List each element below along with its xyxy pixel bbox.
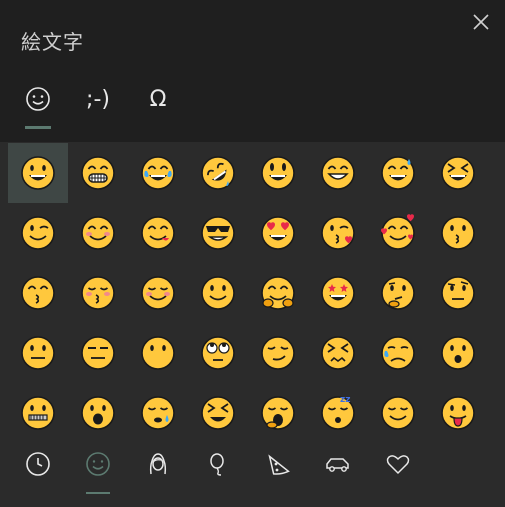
emoji-thinking-face[interactable] <box>368 263 428 323</box>
tab-kaomoji-label: ;-) <box>86 86 110 112</box>
clock-icon <box>25 451 51 481</box>
tab-emoji[interactable] <box>12 78 64 130</box>
emoji-grinning-big-eyes[interactable] <box>248 143 308 203</box>
category-bar <box>8 436 488 496</box>
emoji-smiling-face[interactable] <box>128 263 188 323</box>
food-tab[interactable] <box>248 436 308 496</box>
panel-title: 絵文字 <box>21 30 84 54</box>
emoji-sleeping-face[interactable]: zz <box>308 383 368 443</box>
emoji-grid: zz <box>8 143 488 443</box>
tab-symbols-label: Ω <box>149 86 167 112</box>
travel-tab[interactable] <box>308 436 368 496</box>
active-tab-indicator <box>25 126 51 129</box>
emoji-zipper-mouth[interactable] <box>8 383 68 443</box>
emoji-squinting-face[interactable] <box>428 143 488 203</box>
emoji-kissing-face[interactable] <box>428 203 488 263</box>
emoji-expressionless-face[interactable] <box>68 323 128 383</box>
emoji-tongue-face[interactable] <box>428 383 488 443</box>
tab-symbols[interactable]: Ω <box>132 78 184 130</box>
emoji-kissing-closed-eyes[interactable] <box>68 263 128 323</box>
emoji-smiling-eyes[interactable] <box>68 203 128 263</box>
emoji-sad-relieved[interactable] <box>368 323 428 383</box>
emoji-yawning-face[interactable] <box>248 383 308 443</box>
emoji-rolling-eyes[interactable] <box>188 323 248 383</box>
people-tab[interactable] <box>128 436 188 496</box>
car-icon <box>324 451 352 481</box>
emoji-hugging-face[interactable] <box>248 263 308 323</box>
emoji-savoring-food[interactable] <box>128 203 188 263</box>
emoji-star-struck[interactable] <box>308 263 368 323</box>
svg-text:zz: zz <box>340 395 350 405</box>
emoji-smirking-face[interactable] <box>248 323 308 383</box>
person-icon <box>145 451 171 481</box>
emoji-blowing-kiss[interactable] <box>308 203 368 263</box>
emoji-winking-face[interactable] <box>8 203 68 263</box>
emoji-hushed-face[interactable] <box>428 323 488 383</box>
active-category-indicator <box>86 492 110 494</box>
balloon-icon <box>205 451 231 481</box>
emoji-tears-of-joy[interactable] <box>128 143 188 203</box>
pizza-icon <box>265 451 291 481</box>
emoji-persevering-face[interactable] <box>308 323 368 383</box>
emoji-beaming-face[interactable] <box>68 143 128 203</box>
close-icon[interactable] <box>469 10 493 34</box>
tab-kaomoji[interactable]: ;-) <box>72 78 124 130</box>
emoji-open-mouth[interactable] <box>68 383 128 443</box>
smiley-icon <box>85 451 111 481</box>
emoji-kissing-smiling-eyes[interactable] <box>8 263 68 323</box>
emoji-grinning-face[interactable] <box>8 143 68 203</box>
emoji-raised-eyebrow[interactable] <box>428 263 488 323</box>
emoji-sweat-smile[interactable] <box>368 143 428 203</box>
celebration-tab[interactable] <box>188 436 248 496</box>
emoji-sunglasses-face[interactable] <box>188 203 248 263</box>
emoji-relieved-face[interactable] <box>368 383 428 443</box>
smileys-tab[interactable] <box>68 436 128 496</box>
symbols-category-tab[interactable] <box>368 436 428 496</box>
emoji-rolling-laughing[interactable] <box>188 143 248 203</box>
emoji-slightly-smiling[interactable] <box>188 263 248 323</box>
emoji-panel-header: 絵文字 ;-) Ω <box>0 0 505 142</box>
emoji-grinning-smiling-eyes[interactable] <box>308 143 368 203</box>
emoji-no-mouth[interactable] <box>128 323 188 383</box>
emoji-smiling-hearts[interactable] <box>368 203 428 263</box>
emoji-neutral-face[interactable] <box>8 323 68 383</box>
smiley-outline-icon <box>25 82 51 116</box>
emoji-sleepy-face[interactable] <box>128 383 188 443</box>
emoji-heart-eyes[interactable] <box>248 203 308 263</box>
emoji-tired-face[interactable] <box>188 383 248 443</box>
category-tabs: ;-) Ω <box>0 78 505 132</box>
heart-icon <box>385 451 411 481</box>
recent-tab[interactable] <box>8 436 68 496</box>
